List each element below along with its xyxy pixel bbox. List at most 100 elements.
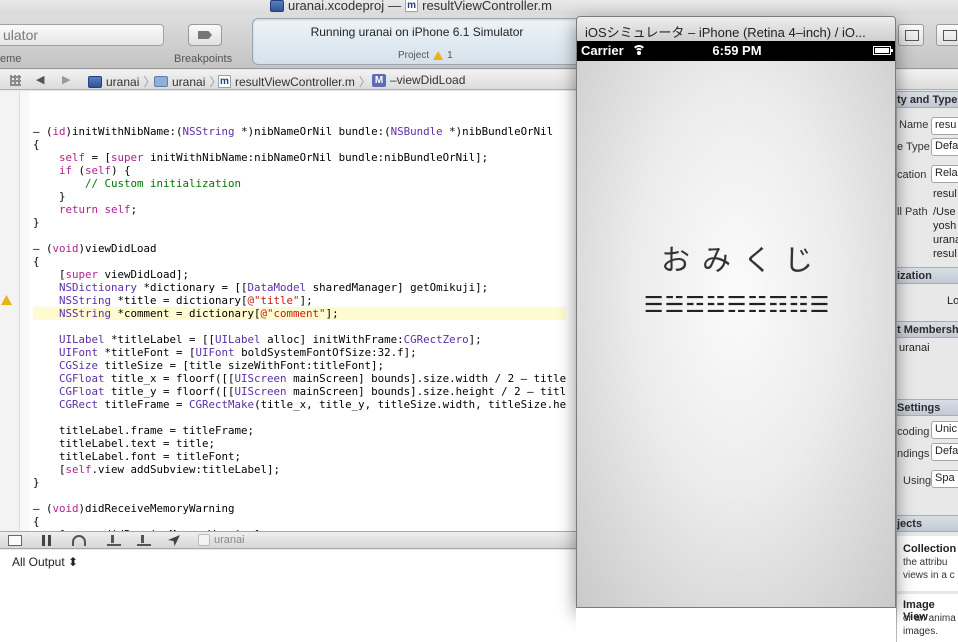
localization-header[interactable]: ization — [897, 267, 958, 284]
activity-viewer: Running uranai on iPhone 6.1 Simulator P… — [252, 18, 582, 65]
current-filename: resultViewController.m — [422, 0, 552, 13]
code-line[interactable] — [33, 489, 566, 502]
code-line[interactable]: [self.view addSubview:titleLabel]; — [33, 463, 566, 476]
code-line[interactable] — [33, 229, 566, 242]
code-line[interactable] — [33, 112, 566, 125]
code-line[interactable]: NSDictionary *dictionary = [[DataModel s… — [33, 281, 566, 294]
code-line[interactable]: { — [33, 138, 566, 151]
code-line[interactable]: titleLabel.font = titleFont; — [33, 450, 566, 463]
code-line[interactable]: { — [33, 255, 566, 268]
target-membership-header[interactable]: t Membersh — [897, 321, 958, 338]
omikuji-title-label: おみくじ — [660, 243, 825, 277]
scheme-caption: eme — [0, 53, 22, 65]
library-item-title: Collection — [903, 543, 957, 555]
code-line[interactable]: UIFont *titleFont = [UIFont boldSystemFo… — [33, 346, 566, 359]
scheme-selector[interactable]: ulator — [0, 24, 164, 46]
app-screen[interactable]: おみくじ ☰☱☲☳☴☵☶☷☰ — [577, 61, 895, 607]
code-folding-ribbon[interactable] — [20, 91, 29, 531]
library-item-desc: or an anima — [903, 613, 956, 624]
jump-crumb-project[interactable]: uranai 〉 — [88, 73, 155, 90]
step-into-icon[interactable] — [107, 535, 121, 546]
pause-icon[interactable] — [42, 535, 51, 546]
code-line[interactable]: } — [33, 216, 566, 229]
code-line[interactable]: // Custom initialization — [33, 177, 566, 190]
code-line[interactable]: if (self) { — [33, 164, 566, 177]
debug-area-toggle-button[interactable] — [898, 24, 924, 46]
activity-project-line[interactable]: Project 1 — [398, 50, 453, 61]
code-line[interactable]: } — [33, 476, 566, 489]
jump-crumb-method[interactable]: M –viewDidLoad — [372, 73, 465, 87]
code-line[interactable]: } — [33, 190, 566, 203]
code-line[interactable]: self = [super initWithNibName:nibNameOrN… — [33, 151, 566, 164]
library-item-collection-view[interactable]: Collection the attribu views in a c — [897, 536, 958, 591]
localization-button[interactable]: Lo — [947, 295, 958, 307]
code-line[interactable]: titleLabel.text = title; — [33, 437, 566, 450]
code-line[interactable]: NSString *title = dictionary[@"title"]; — [33, 294, 566, 307]
code-line[interactable]: – (void)viewDidLoad — [33, 242, 566, 255]
code-line[interactable]: – (id)initWithNibName:(NSString *)nibNam… — [33, 125, 566, 138]
utilities-toggle-button[interactable] — [936, 24, 958, 46]
related-items-icon[interactable] — [10, 75, 21, 86]
code-line[interactable]: CGSize titleSize = [title sizeWithFont:t… — [33, 359, 566, 372]
forward-arrow-icon[interactable]: ▶ — [62, 73, 70, 86]
indent-using-label: Using — [903, 475, 932, 487]
xcode-window-titlebar: uranai.xcodeproj — m resultViewControlle… — [0, 0, 958, 14]
jump-crumb-file[interactable]: m resultViewController.m 〉 — [218, 73, 371, 90]
code-text[interactable]: – (id)initWithNibName:(NSString *)nibNam… — [33, 112, 567, 531]
code-line[interactable]: CGRect titleFrame = CGRectMake(title_x, … — [33, 398, 566, 411]
crumb-label: uranai — [172, 74, 206, 89]
activity-status: Running uranai on iPhone 6.1 Simulator — [310, 25, 524, 39]
code-line[interactable]: { — [33, 515, 566, 528]
folder-icon — [154, 76, 168, 87]
code-line[interactable]: NSString *comment = dictionary[@"comment… — [33, 307, 567, 320]
line-endings-select[interactable]: Defa — [931, 443, 958, 461]
source-editor[interactable]: – (id)initWithNibName:(NSString *)nibNam… — [29, 91, 576, 531]
jump-crumb-group[interactable]: uranai 〉 — [154, 73, 221, 90]
window-title: uranai.xcodeproj — m resultViewControlle… — [270, 0, 552, 13]
debug-target[interactable]: uranai — [198, 534, 245, 546]
fullpath-line: resul — [933, 248, 957, 260]
m-file-icon: m — [405, 0, 419, 12]
back-arrow-icon[interactable]: ◀ — [36, 73, 44, 86]
step-out-icon[interactable] — [137, 535, 151, 546]
identity-type-header[interactable]: ty and Type — [897, 91, 958, 108]
library-item-desc: images. — [903, 626, 939, 637]
title-separator: — — [388, 0, 402, 13]
simulator-title[interactable]: iOSシミュレータ – iPhone (Retina 4–inch) / iO.… — [577, 17, 895, 41]
hide-debug-area-icon[interactable] — [8, 535, 22, 546]
code-line[interactable]: titleLabel.frame = titleFrame; — [33, 424, 566, 437]
encoding-label: coding — [897, 426, 930, 438]
ios-simulator-window: iOSシミュレータ – iPhone (Retina 4–inch) / iO.… — [576, 16, 896, 608]
code-line[interactable]: UILabel *titleLabel = [[UILabel alloc] i… — [33, 333, 566, 346]
filetype-label: e Type — [897, 141, 930, 153]
crumb-label: –viewDidLoad — [390, 73, 466, 87]
simulate-location-icon[interactable] — [168, 535, 180, 546]
crumb-label: resultViewController.m — [235, 74, 355, 89]
encoding-select[interactable]: Unic — [931, 421, 958, 439]
code-line[interactable] — [33, 411, 566, 424]
code-line[interactable]: [super viewDidLoad]; — [33, 268, 566, 281]
console-output-selector[interactable]: All Output ⬍ — [12, 555, 78, 569]
console-area[interactable]: All Output ⬍ — [0, 550, 576, 642]
code-line[interactable]: – (void)didReceiveMemoryWarning — [33, 502, 566, 515]
breakpoints-button[interactable] — [188, 24, 222, 46]
library-item-image-view[interactable]: Image View or an anima images. — [897, 594, 958, 642]
target-membership-item[interactable]: uranai — [899, 342, 930, 354]
text-settings-header[interactable]: Settings — [897, 399, 958, 416]
object-library-header[interactable]: jects — [897, 515, 958, 532]
code-line[interactable] — [33, 320, 566, 333]
library-item-desc: views in a c — [903, 570, 955, 581]
code-line[interactable]: return self; — [33, 203, 566, 216]
code-line[interactable]: CGFloat title_x = floorf([[UIScreen main… — [33, 372, 566, 385]
name-field[interactable]: resu — [931, 117, 958, 135]
editor-gutter[interactable] — [0, 91, 20, 531]
code-line[interactable]: CGFloat title_y = floorf([[UIScreen main… — [33, 385, 566, 398]
location-select[interactable]: Rela — [931, 165, 958, 183]
debug-bar: uranai — [0, 531, 576, 549]
step-over-icon[interactable] — [72, 535, 86, 546]
fullpath-line: urana — [933, 234, 958, 246]
console-output-area — [576, 608, 896, 642]
utilities-pane: ty and Type Name resu e Type Defa cation… — [896, 91, 958, 642]
filetype-select[interactable]: Defa — [931, 138, 958, 156]
indent-using-select[interactable]: Spa — [931, 470, 958, 488]
